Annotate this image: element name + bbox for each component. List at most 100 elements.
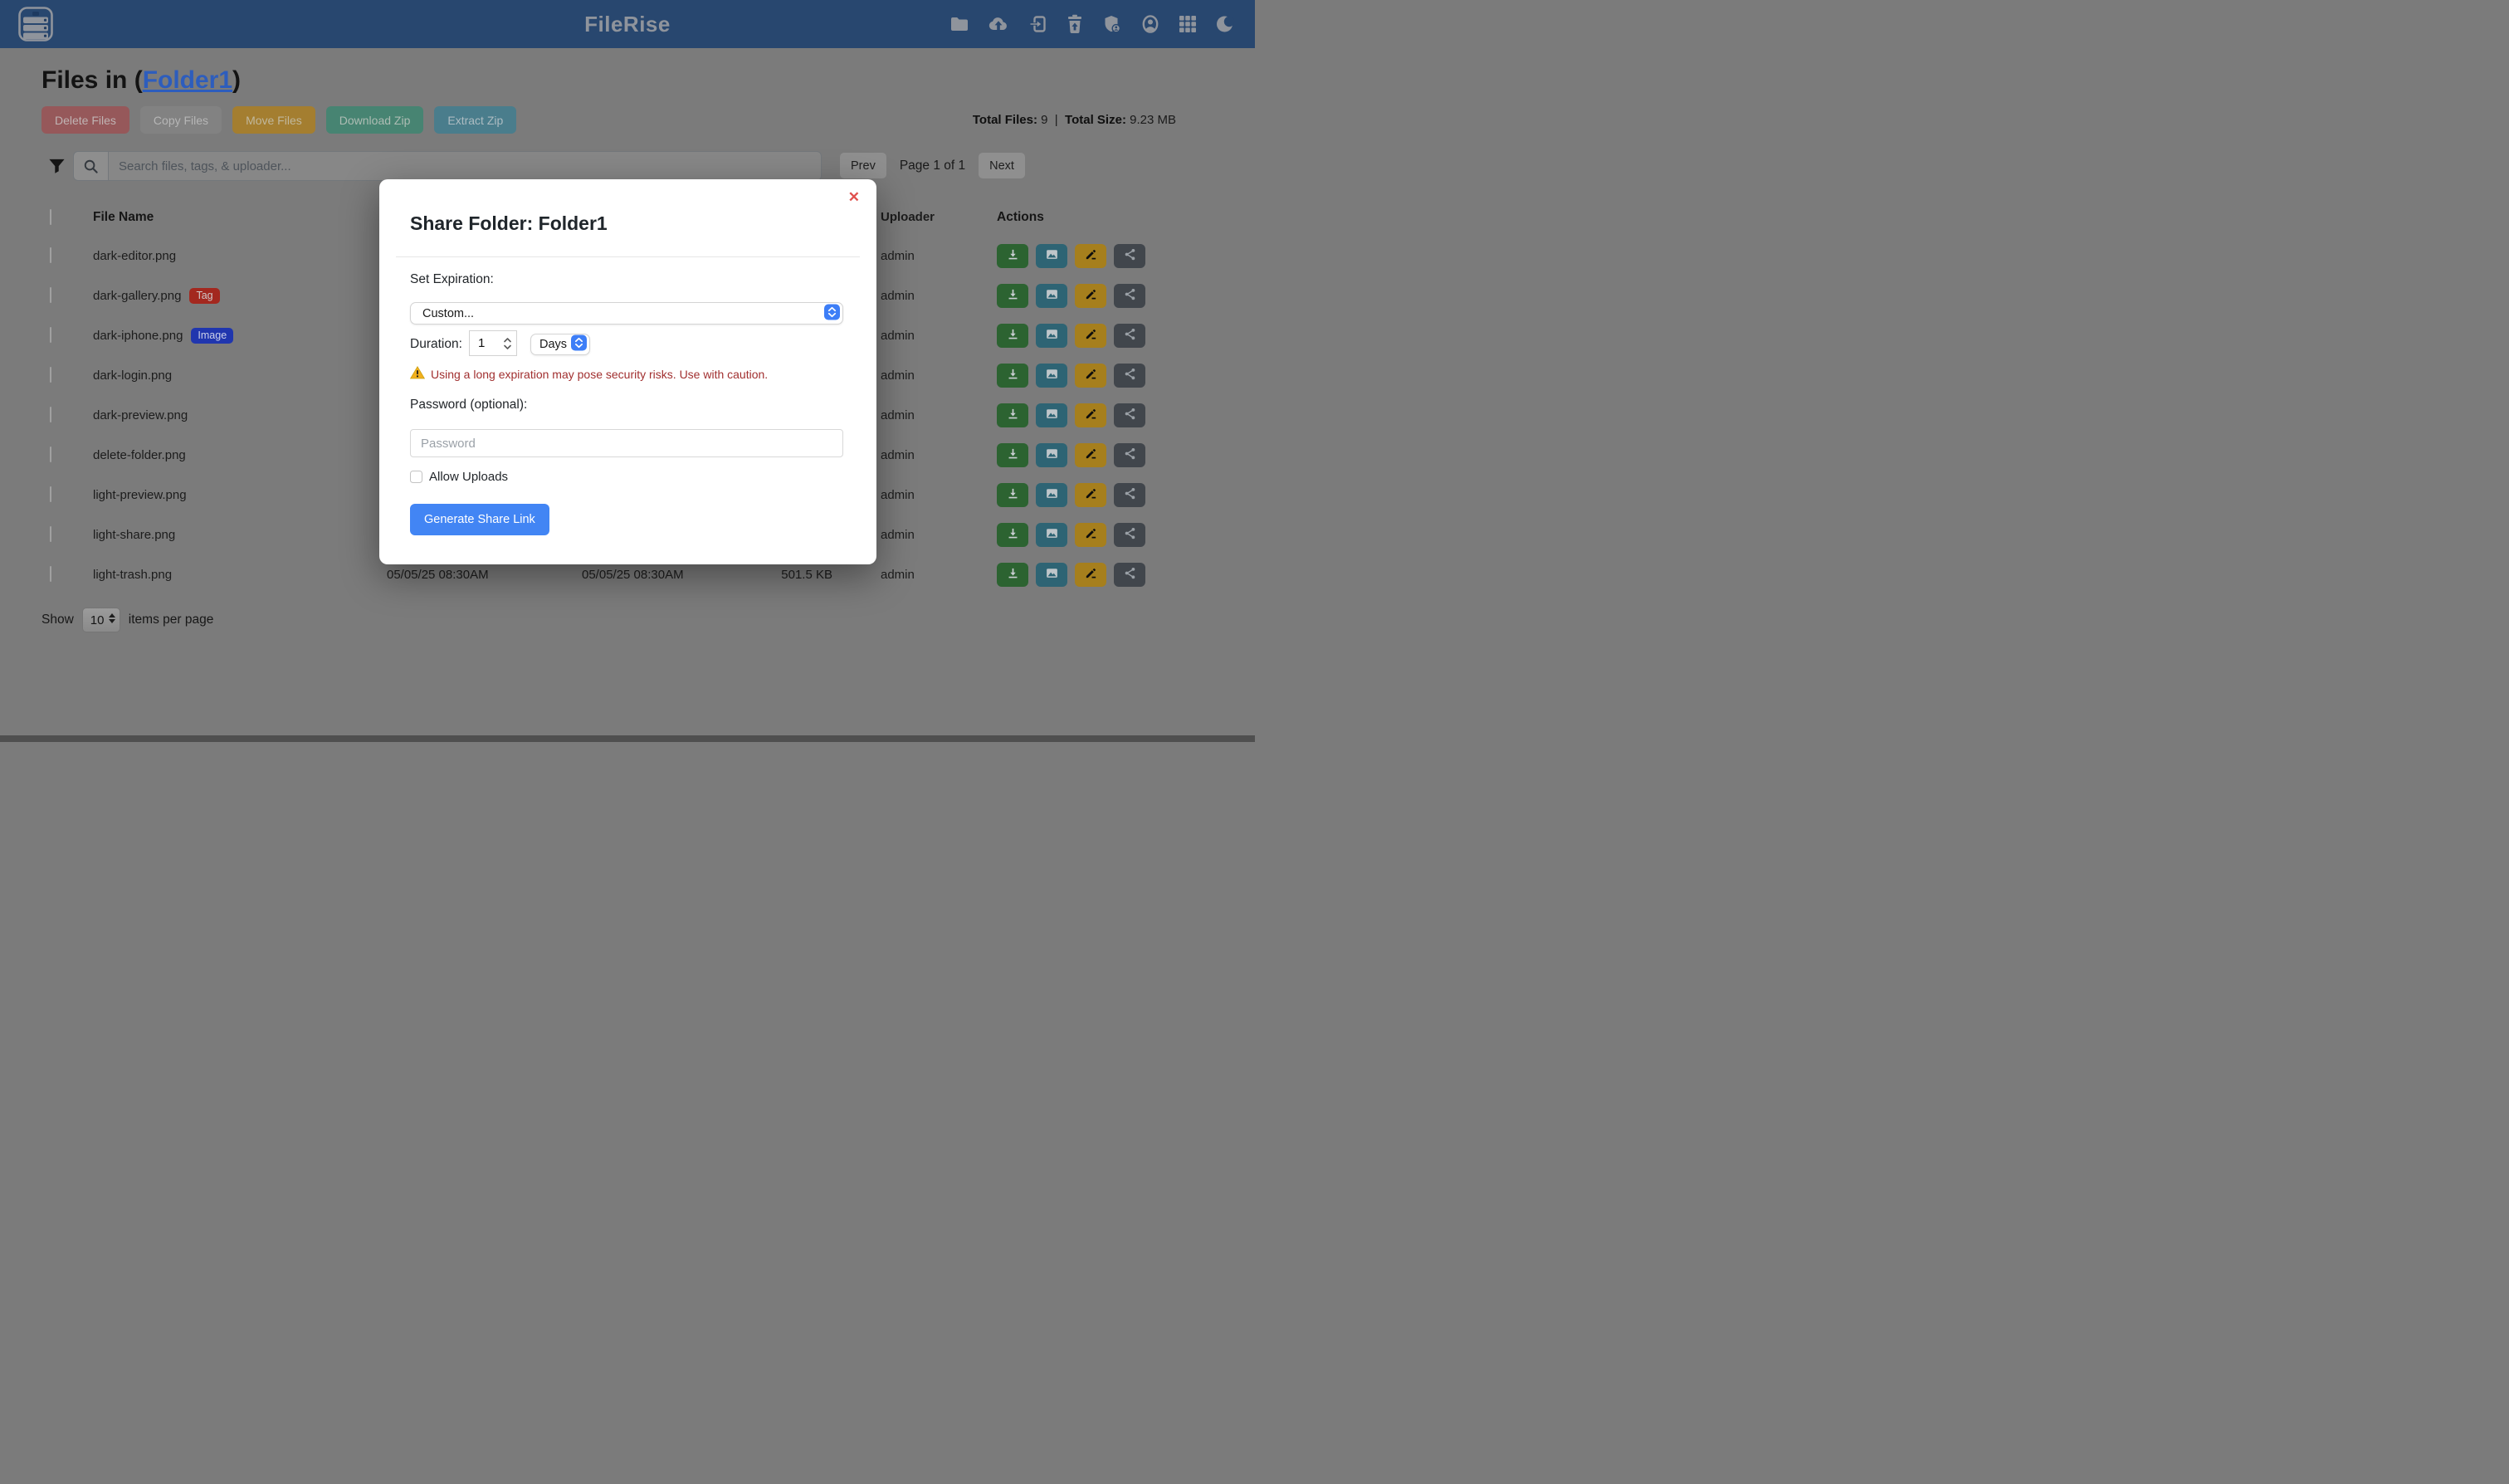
filter-icon[interactable] <box>47 156 66 180</box>
share-button[interactable] <box>1114 523 1145 547</box>
shield-user-icon[interactable] <box>1102 14 1122 34</box>
copy-files-button[interactable]: Copy Files <box>140 106 222 134</box>
preview-image-button[interactable] <box>1036 443 1067 467</box>
next-page-button[interactable]: Next <box>979 153 1025 178</box>
download-button[interactable] <box>997 403 1028 427</box>
file-name[interactable]: dark-login.png <box>93 369 172 383</box>
dark-mode-icon[interactable] <box>1215 14 1235 34</box>
move-files-button[interactable]: Move Files <box>232 106 315 134</box>
download-button[interactable] <box>997 563 1028 587</box>
row-actions <box>997 364 1154 388</box>
extract-zip-button[interactable]: Extract Zip <box>434 106 516 134</box>
folder-link[interactable]: Folder1 <box>143 66 232 94</box>
file-badge: Image <box>191 328 233 344</box>
file-name[interactable]: dark-editor.png <box>93 249 176 263</box>
rename-button[interactable] <box>1075 403 1106 427</box>
file-name[interactable]: delete-folder.png <box>93 448 186 462</box>
share-button[interactable] <box>1114 563 1145 587</box>
share-button[interactable] <box>1114 244 1145 268</box>
file-name[interactable]: light-trash.png <box>93 568 172 582</box>
rename-button[interactable] <box>1075 483 1106 507</box>
close-icon[interactable]: ✕ <box>848 189 860 206</box>
preview-image-button[interactable] <box>1036 483 1067 507</box>
preview-image-button[interactable] <box>1036 324 1067 348</box>
column-header-file-name[interactable]: File Name <box>93 210 154 225</box>
duration-unit-select[interactable]: Days <box>530 334 590 355</box>
preview-image-button[interactable] <box>1036 563 1067 587</box>
select-all-checkbox[interactable] <box>50 209 51 225</box>
row-checkbox[interactable] <box>50 566 51 582</box>
file-size-cell: 501.5 KB <box>777 568 881 582</box>
rename-button[interactable] <box>1075 244 1106 268</box>
items-per-page-label: items per page <box>129 613 214 627</box>
share-button[interactable] <box>1114 483 1145 507</box>
download-button[interactable] <box>997 364 1028 388</box>
row-checkbox[interactable] <box>50 327 51 343</box>
row-checkbox[interactable] <box>50 486 51 502</box>
folder-icon[interactable] <box>949 14 969 34</box>
preview-image-button[interactable] <box>1036 523 1067 547</box>
download-button[interactable] <box>997 284 1028 308</box>
share-button[interactable] <box>1114 443 1145 467</box>
preview-image-button[interactable] <box>1036 403 1067 427</box>
file-name[interactable]: light-share.png <box>93 528 175 542</box>
items-per-page-select[interactable]: 10 <box>82 608 120 632</box>
row-checkbox[interactable] <box>50 447 51 462</box>
file-name[interactable]: dark-preview.png <box>93 408 188 422</box>
download-icon <box>1006 447 1020 463</box>
rename-button[interactable] <box>1075 284 1106 308</box>
download-zip-button[interactable]: Download Zip <box>326 106 424 134</box>
apps-grid-icon[interactable] <box>1179 15 1197 33</box>
preview-image-button[interactable] <box>1036 244 1067 268</box>
share-button[interactable] <box>1114 364 1145 388</box>
download-button[interactable] <box>997 483 1028 507</box>
row-checkbox[interactable] <box>50 367 51 383</box>
select-stepper-icon <box>824 304 840 323</box>
row-checkbox[interactable] <box>50 526 51 542</box>
row-checkbox[interactable] <box>50 407 51 422</box>
share-password-input[interactable] <box>410 429 843 457</box>
share-button[interactable] <box>1114 403 1145 427</box>
select-arrows-icon <box>109 613 115 623</box>
allow-uploads-checkbox[interactable] <box>410 471 422 483</box>
rename-button[interactable] <box>1075 324 1106 348</box>
row-actions <box>997 244 1154 268</box>
cloud-upload-icon[interactable] <box>988 14 1009 34</box>
download-button[interactable] <box>997 244 1028 268</box>
share-icon <box>1123 247 1137 264</box>
prev-page-button[interactable]: Prev <box>840 153 886 178</box>
uploader-cell: admin <box>881 289 997 303</box>
pencil-icon <box>1084 526 1098 543</box>
download-button[interactable] <box>997 443 1028 467</box>
row-checkbox[interactable] <box>50 287 51 303</box>
rename-button[interactable] <box>1075 523 1106 547</box>
trash-restore-icon[interactable] <box>1066 14 1084 34</box>
preview-image-button[interactable] <box>1036 364 1067 388</box>
file-name[interactable]: light-preview.png <box>93 488 187 502</box>
user-icon[interactable] <box>1140 14 1160 34</box>
share-button[interactable] <box>1114 284 1145 308</box>
file-name[interactable]: dark-iphone.png <box>93 329 183 343</box>
rename-button[interactable] <box>1075 563 1106 587</box>
expiration-label: Set Expiration: <box>410 272 494 287</box>
row-checkbox[interactable] <box>50 247 51 263</box>
download-button[interactable] <box>997 324 1028 348</box>
rename-button[interactable] <box>1075 364 1106 388</box>
number-spinner-icon[interactable] <box>503 335 512 352</box>
search-input[interactable] <box>109 152 821 180</box>
download-button[interactable] <box>997 523 1028 547</box>
uploader-cell: admin <box>881 448 997 462</box>
expiration-select[interactable]: Custom... <box>410 302 843 325</box>
share-button[interactable] <box>1114 324 1145 348</box>
delete-files-button[interactable]: Delete Files <box>41 106 129 134</box>
sign-in-icon[interactable] <box>1028 14 1047 34</box>
download-icon <box>1006 327 1020 344</box>
preview-image-button[interactable] <box>1036 284 1067 308</box>
uploader-cell: admin <box>881 249 997 263</box>
column-header-uploader[interactable]: Uploader <box>881 210 997 224</box>
file-name[interactable]: dark-gallery.png <box>93 289 181 303</box>
generate-share-link-button[interactable]: Generate Share Link <box>410 504 549 535</box>
rename-button[interactable] <box>1075 443 1106 467</box>
uploader-cell: admin <box>881 369 997 383</box>
duration-input[interactable]: 1 <box>469 330 517 356</box>
